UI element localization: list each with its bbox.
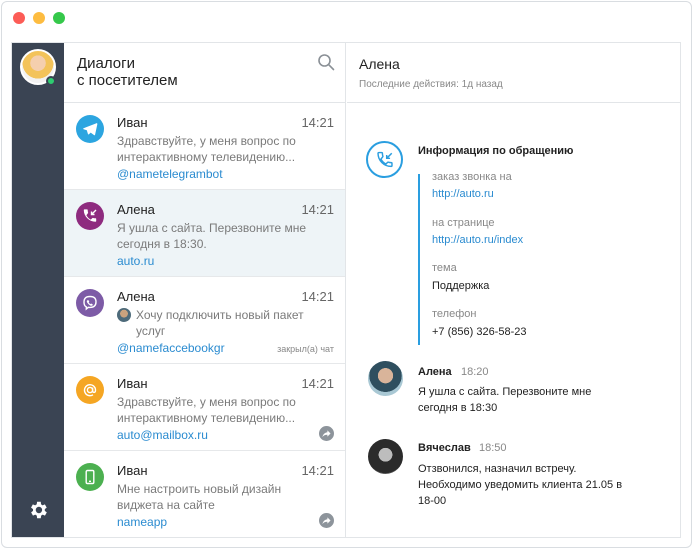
forward-icon[interactable] [319, 426, 334, 441]
conversation-item-active[interactable]: Алена 14:21 Я ушла с сайта. Перезвоните … [64, 190, 345, 277]
chat-app: Диалоги с посетителем Иван 14:21 Здравст… [11, 42, 681, 538]
conversation-source-link[interactable]: nameapp [117, 515, 167, 529]
conversation-time: 14:21 [301, 376, 334, 391]
visitor-mini-avatar [117, 308, 131, 322]
conversation-name: Иван [117, 115, 148, 130]
conversation-preview: Здравствуйте, у меня вопрос по интеракти… [117, 395, 296, 425]
conversation-preview: Мне настроить новый дизайн виджета на са… [117, 482, 282, 512]
detail-header: Алена Последние действия: 1д назад [347, 43, 680, 103]
conversation-name: Алена [117, 289, 155, 304]
viber-icon [76, 289, 104, 317]
message-author: Вячеслав [418, 442, 471, 454]
conversation-item[interactable]: Иван 14:21 Здравствуйте, у меня вопрос п… [64, 103, 345, 190]
mobile-app-icon [76, 463, 104, 491]
conversation-time: 14:21 [301, 202, 334, 217]
conversation-item[interactable]: Алена 14:21 Хочу подключить новый пакет … [64, 277, 345, 364]
conversation-list: Диалоги с посетителем Иван 14:21 Здравст… [64, 43, 346, 537]
conversation-source-link[interactable]: @namefaccebookgr [117, 341, 225, 355]
list-header: Диалоги с посетителем [64, 43, 345, 103]
message-author: Алена [418, 366, 452, 378]
conversation-source-link[interactable]: auto.ru [117, 254, 154, 268]
conversation-preview: Здравствуйте, у меня вопрос по интеракти… [117, 134, 296, 164]
conversation-time: 14:21 [301, 289, 334, 304]
close-window-button[interactable] [13, 12, 25, 24]
online-status-indicator [46, 76, 56, 86]
phone-callback-icon [366, 141, 403, 178]
conversation-name: Иван [117, 463, 148, 478]
conversation-time: 14:21 [301, 463, 334, 478]
field-label: телефон [432, 308, 477, 320]
conversation-detail: Алена Последние действия: 1д назад Инфор… [347, 43, 680, 537]
message-time: 18:50 [479, 442, 507, 454]
minimize-window-button[interactable] [33, 12, 45, 24]
title-bar [2, 2, 691, 34]
visitor-name: Алена [359, 56, 400, 72]
callback-url-link[interactable]: http://auto.ru [432, 188, 494, 200]
page-url-link[interactable]: http://auto.ru/index [432, 234, 523, 246]
conversation-name: Алена [117, 202, 155, 217]
field-label: тема [432, 262, 457, 274]
maximize-window-button[interactable] [53, 12, 65, 24]
forward-icon[interactable] [319, 513, 334, 528]
conversation-preview: Я ушла с сайта. Перезвоните мне сегодня … [117, 221, 307, 251]
field-label: на странице [432, 217, 495, 229]
phone-callback-icon [76, 202, 104, 230]
avatar [368, 361, 403, 396]
topic-value: Поддержка [432, 280, 490, 292]
last-activity: Последние действия: 1д назад [359, 79, 503, 90]
phone-value: +7 (856) 326-58-23 [432, 326, 527, 338]
conversation-source-link[interactable]: @nametelegrambot [117, 167, 223, 181]
conversation-preview: Хочу подключить новый пакет услуг [136, 308, 304, 338]
conversation-time: 14:21 [301, 115, 334, 130]
message-text: Отзвонился, назначил встречу. Необходимо… [418, 463, 623, 507]
list-title: Диалоги с посетителем [77, 55, 178, 89]
search-icon[interactable] [317, 53, 335, 71]
gear-icon[interactable] [27, 499, 49, 521]
telegram-icon [76, 115, 104, 143]
info-title: Информация по обращению [418, 145, 574, 157]
conversation-name: Иван [117, 376, 148, 391]
conversation-source-link[interactable]: auto@mailbox.ru [117, 428, 208, 442]
sidebar-rail [12, 43, 64, 537]
chat-closed-status: закрыл(а) чат [277, 344, 334, 354]
conversation-item[interactable]: Иван 14:21 Здравствуйте, у меня вопрос п… [64, 364, 345, 451]
field-label: заказ звонка на [432, 171, 512, 183]
message-time: 18:20 [461, 366, 489, 378]
email-icon [76, 376, 104, 404]
info-divider [418, 174, 420, 345]
conversation-item[interactable]: Иван 14:21 Мне настроить новый дизайн ви… [64, 451, 345, 537]
message-text: Я ушла с сайта. Перезвоните мне сегодня … [418, 386, 592, 414]
avatar [368, 439, 403, 474]
